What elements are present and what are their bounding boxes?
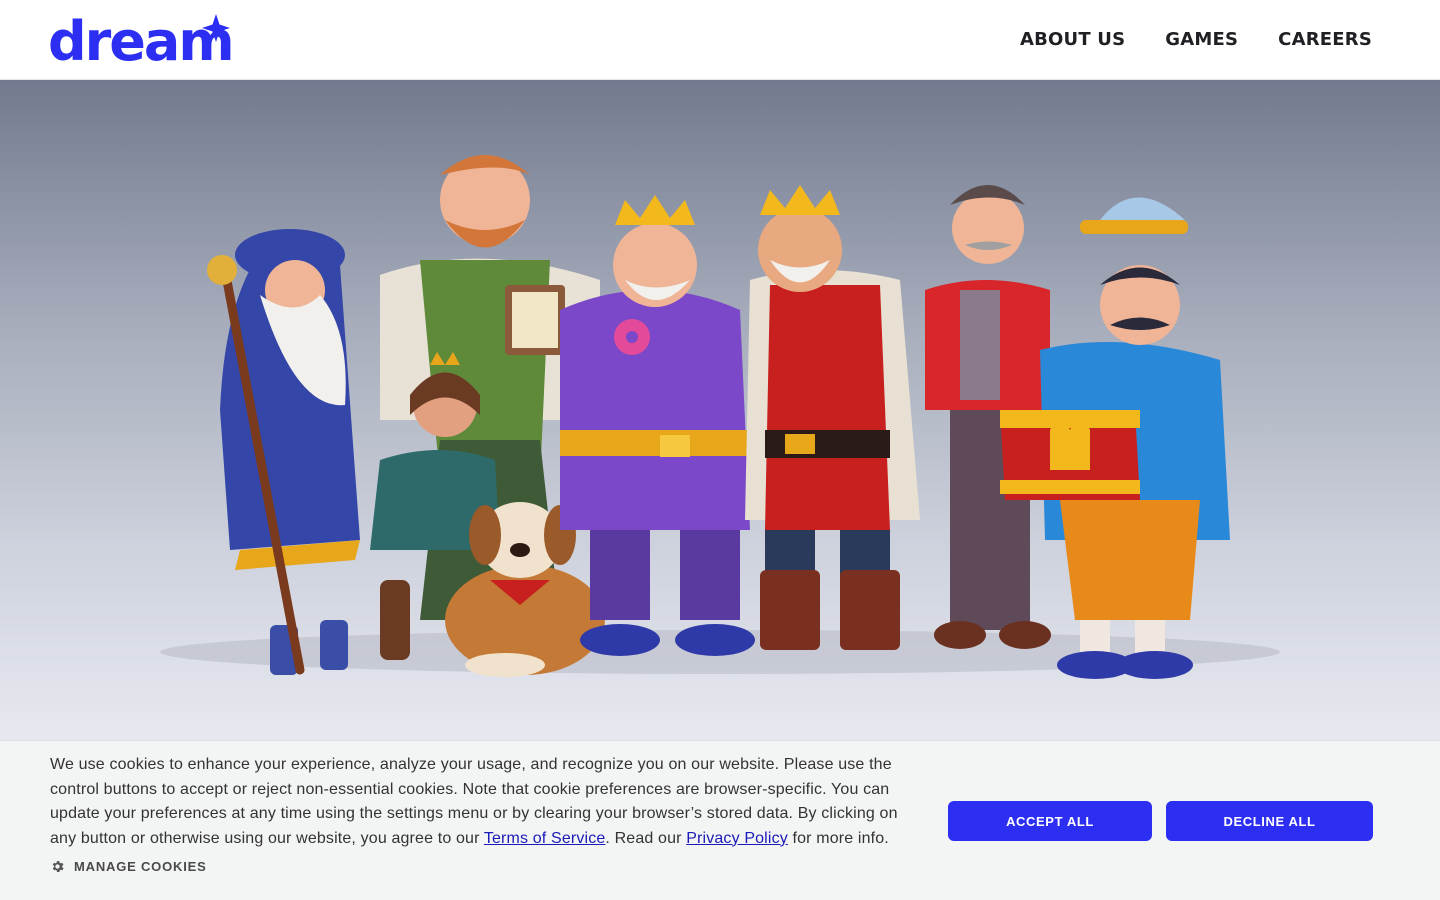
cookie-banner: We use cookies to enhance your experienc… (0, 740, 1440, 900)
chef-character (1000, 197, 1230, 679)
nav-games[interactable]: GAMES (1165, 29, 1238, 50)
terms-of-service-link[interactable]: Terms of Service (484, 830, 606, 847)
site-header: dream ABOUT US GAMES CAREERS (0, 0, 1440, 80)
manage-cookies-button[interactable]: MANAGE COOKIES (50, 859, 207, 874)
manage-cookies-label: MANAGE COOKIES (74, 859, 207, 874)
purple-king-character (560, 195, 755, 656)
dream-logo-icon: dream (48, 13, 232, 70)
cookie-message: We use cookies to enhance your experienc… (50, 753, 920, 851)
red-king-character (745, 185, 920, 650)
wizard-character (207, 229, 360, 675)
nav-careers[interactable]: CAREERS (1278, 29, 1372, 50)
hero-banner (0, 80, 1440, 740)
accept-all-button[interactable]: ACCEPT ALL (948, 801, 1152, 841)
privacy-policy-link[interactable]: Privacy Policy (686, 830, 788, 847)
main-nav: ABOUT US GAMES CAREERS (1020, 29, 1372, 50)
dream-logo[interactable]: dream (48, 10, 232, 70)
dream-logo-wordmark: dream (48, 14, 232, 70)
cookie-text-part3: for more info. (787, 829, 889, 847)
decline-all-button[interactable]: DECLINE ALL (1166, 801, 1373, 841)
nav-about-us[interactable]: ABOUT US (1020, 29, 1125, 50)
cookie-text-part2: . Read our (605, 829, 687, 847)
gear-icon (52, 861, 64, 872)
characters-illustration (160, 155, 1280, 679)
